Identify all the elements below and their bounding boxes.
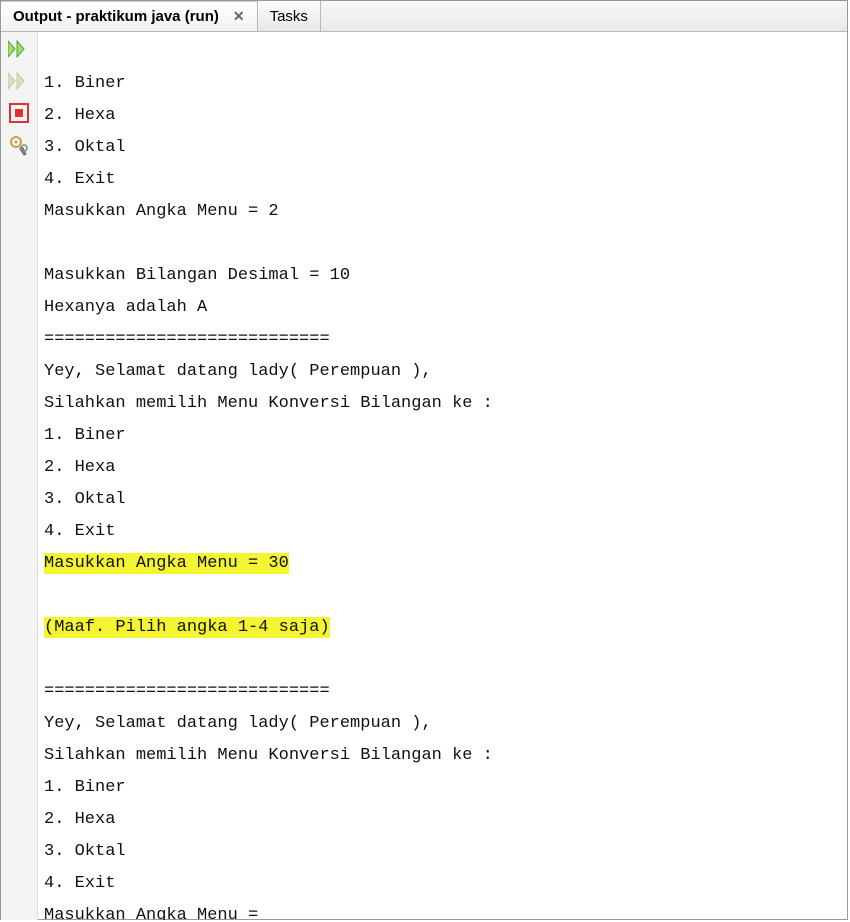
console-line-highlighted: (Maaf. Pilih angka 1-4 saja) [44,617,330,638]
content-area: 1. Biner 2. Hexa 3. Oktal 4. Exit Masukk… [1,32,847,920]
console-line: 3. Oktal [44,842,126,861]
console-line: Masukkan Angka Menu = [44,906,268,920]
console-line: Silahkan memilih Menu Konversi Bilangan … [44,394,493,413]
output-toolbar [1,32,38,920]
console-line: Silahkan memilih Menu Konversi Bilangan … [44,746,493,765]
console-line: 3. Oktal [44,138,126,157]
console-line: Hexanya adalah A [44,298,207,317]
console-line: ============================ [44,330,330,349]
console-line: 4. Exit [44,874,115,893]
console-line: 4. Exit [44,170,115,189]
console-output[interactable]: 1. Biner 2. Hexa 3. Oktal 4. Exit Masukk… [38,32,847,920]
console-line: 2. Hexa [44,458,115,477]
console-line: 1. Biner [44,778,126,797]
console-line: 2. Hexa [44,810,115,829]
close-icon[interactable]: ✕ [233,8,245,25]
console-line: 4. Exit [44,522,115,541]
tab-tasks-label: Tasks [270,8,308,25]
console-line: Yey, Selamat datang lady( Perempuan ), [44,714,432,733]
console-line: Masukkan Angka Menu = 2 [44,202,279,221]
settings-icon[interactable] [6,132,32,158]
console-line: 1. Biner [44,74,126,93]
tab-tasks[interactable]: Tasks [258,1,321,31]
console-line-highlighted: Masukkan Angka Menu = 30 [44,553,289,574]
console-line: 1. Biner [44,426,126,445]
stop-icon[interactable] [6,100,32,126]
console-line: 3. Oktal [44,490,126,509]
console-line: 2. Hexa [44,106,115,125]
console-line: Masukkan Bilangan Desimal = 10 [44,266,350,285]
tab-output-label: Output - praktikum java (run) [13,8,219,25]
rerun-icon[interactable] [6,36,32,62]
output-window: Output - praktikum java (run) ✕ Tasks [0,0,848,920]
console-line: ============================ [44,682,330,701]
run-icon[interactable] [6,68,32,94]
console-line: Yey, Selamat datang lady( Perempuan ), [44,362,432,381]
tab-bar: Output - praktikum java (run) ✕ Tasks [1,1,847,32]
tab-output[interactable]: Output - praktikum java (run) ✕ [1,1,258,31]
